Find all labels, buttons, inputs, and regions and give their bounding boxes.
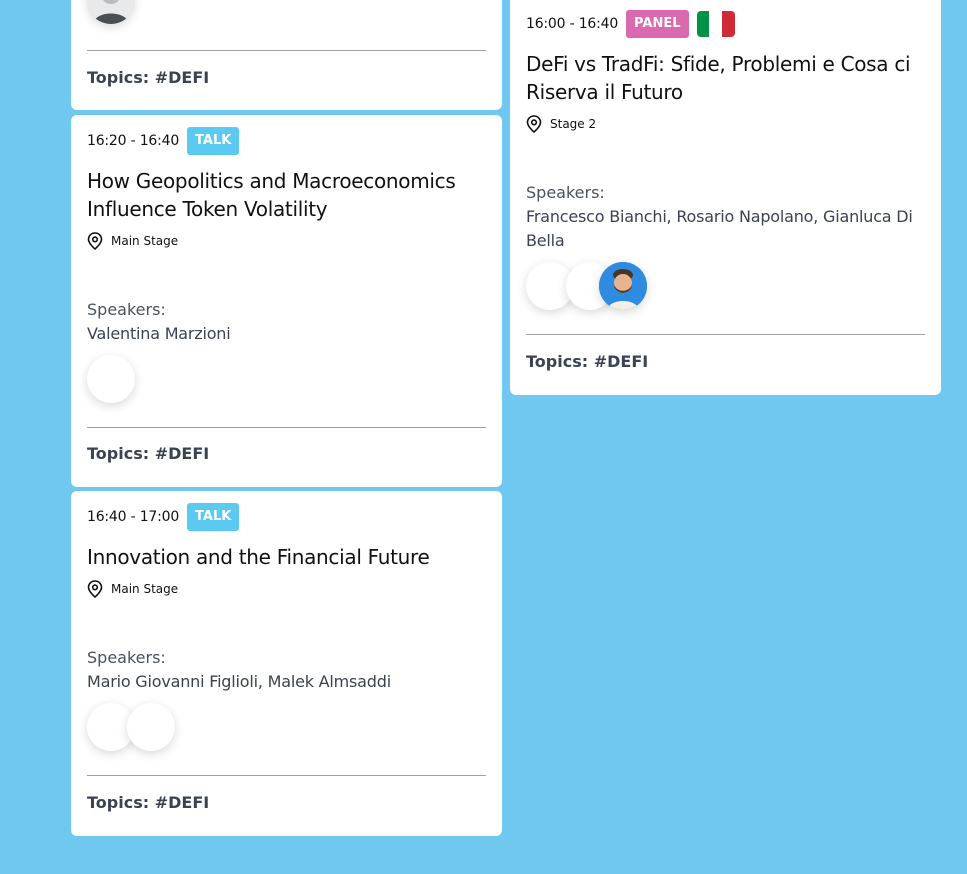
session-time: 16:00 - 16:40 [526,16,619,32]
session-time-row: 16:20 - 16:40 TALK [87,127,240,155]
session-location: Main Stage [87,580,178,598]
card-divider [87,50,486,51]
session-title[interactable]: How Geopolitics and Macroeconomics Influ… [87,167,486,223]
session-location: Main Stage [87,232,178,250]
speaker-avatar[interactable] [87,0,135,24]
italy-flag-icon [696,11,735,37]
speaker-photo-icon [599,262,647,310]
session-card-innovation[interactable]: 16:40 - 17:00 TALK Innovation and the Fi… [71,491,502,836]
topics-label: Topics: #DEFI [87,444,210,463]
card-divider [87,427,486,428]
session-title[interactable]: DeFi vs TradFi: Sfide, Problemi e Cosa c… [526,50,925,106]
speakers-label: Speakers: [526,183,605,202]
location-label: Main Stage [111,234,179,248]
topics-label: Topics: #DEFI [526,352,649,371]
session-title[interactable]: Innovation and the Financial Future [87,543,486,571]
speakers-names: Valentina Marzioni [87,324,231,343]
location-pin-icon [526,115,542,133]
session-card-defi-vs-tradfi[interactable]: 16:00 - 16:40 PANEL DeFi vs TradFi: Sfid… [510,0,941,395]
card-divider [87,775,486,776]
speaker-avatar[interactable] [599,262,647,310]
location-pin-icon [87,580,103,598]
speakers-label: Speakers: [87,300,166,319]
topics-label: Topics: #DEFI [87,793,210,812]
speakers-names: Francesco Bianchi, Rosario Napolano, Gia… [526,207,913,250]
session-time: 16:40 - 17:00 [87,509,180,525]
session-time-row: 16:00 - 16:40 PANEL [526,10,735,38]
session-card-geopolitics[interactable]: 16:20 - 16:40 TALK How Geopolitics and M… [71,115,502,487]
session-type-badge: TALK [187,503,240,531]
topics-label: Topics: #DEFI [87,68,210,87]
session-card-top[interactable]: Topics: #DEFI [71,0,502,110]
session-type-badge: PANEL [626,10,689,38]
card-divider [526,334,925,335]
location-pin-icon [87,232,103,250]
speaker-photo-icon [87,0,135,24]
speakers-label: Speakers: [87,648,166,667]
speaker-avatar[interactable] [87,355,135,403]
speaker-avatar[interactable] [127,703,175,751]
location-label: Stage 2 [550,117,597,131]
speakers-names: Mario Giovanni Figlioli, Malek Almsaddi [87,672,391,691]
session-location: Stage 2 [526,115,596,133]
session-time-row: 16:40 - 17:00 TALK [87,503,240,531]
session-type-badge: TALK [187,127,240,155]
session-time: 16:20 - 16:40 [87,133,180,149]
location-label: Main Stage [111,582,179,596]
